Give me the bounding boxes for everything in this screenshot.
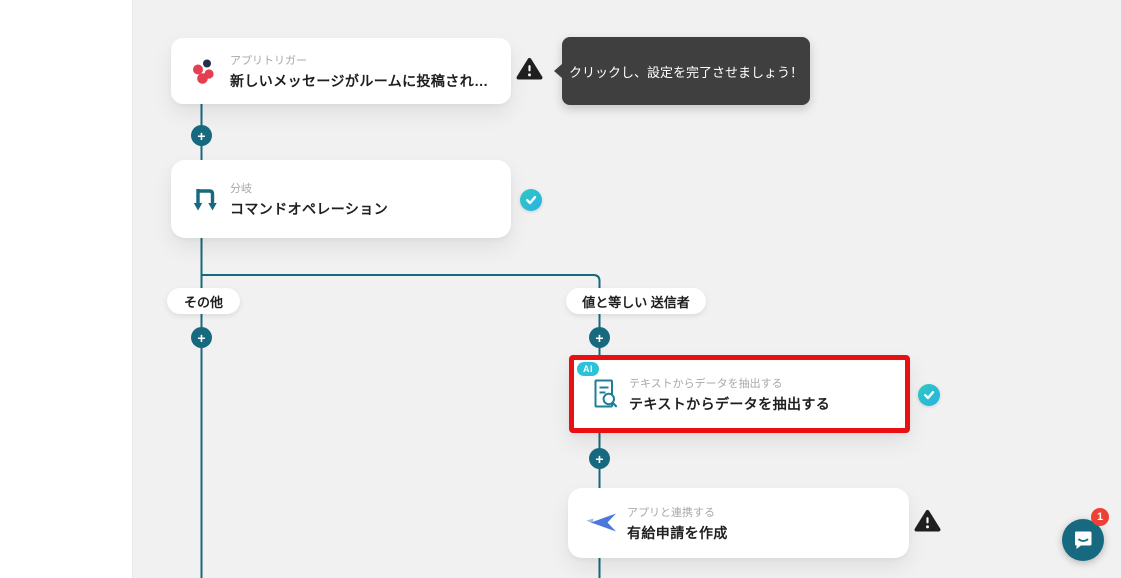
node-extract-text[interactable]: テキストからデータを抽出する テキストからデータを抽出する [569,355,910,433]
add-step-button[interactable]: + [191,125,212,146]
chat-bubble-icon [1075,531,1092,549]
sidebar [0,0,133,578]
add-step-button[interactable]: + [589,448,610,469]
chatwork-dots-icon [189,57,221,85]
check-complete-icon [520,189,542,211]
plus-icon: + [197,127,206,144]
add-step-button[interactable]: + [191,327,212,348]
node-kind-label: アプリと連携する [627,506,715,519]
tooltip-text: クリックし、設定を完了させましょう！ [568,64,803,80]
workflow-canvas[interactable]: { "workflow": { "nodes": [ { "kind": "アプ… [0,0,1121,578]
node-title: コマンドオペレーション [230,200,389,217]
branch-label-other[interactable]: その他 [167,288,240,314]
node-kind-label: アプリトリガー [230,54,307,67]
warning-icon [914,509,941,532]
connector-lines [200,104,601,578]
node-create-leave-request[interactable]: アプリと連携する 有給申請を作成 [568,488,909,558]
ai-badge: AI [577,362,599,376]
node-kind-label: テキストからデータを抽出する [629,377,783,390]
node-app-trigger[interactable]: アプリトリガー 新しいメッセージがルームに投稿され… [171,38,511,104]
node-title: 有給申請を作成 [627,524,728,541]
node-title: 新しいメッセージがルームに投稿され… [230,72,489,89]
node-kind-label: 分岐 [230,182,252,195]
warning-icon [516,57,543,80]
node-title: テキストからデータを抽出する [629,395,831,412]
chat-unread-badge: 1 [1091,508,1109,526]
plus-icon: + [595,329,604,346]
node-branch-operation[interactable]: 分岐 コマンドオペレーション [171,160,511,238]
setup-tooltip: クリックし、設定を完了させましょう！ [554,37,810,105]
app-integration-bird-icon [586,509,618,537]
check-complete-icon [918,384,940,406]
add-step-button[interactable]: + [589,327,610,348]
branch-icon [189,186,221,212]
plus-icon: + [197,329,206,346]
extract-text-icon [588,378,620,410]
plus-icon: + [595,450,604,467]
branch-label-condition[interactable]: 値と等しい 送信者 [566,288,706,314]
